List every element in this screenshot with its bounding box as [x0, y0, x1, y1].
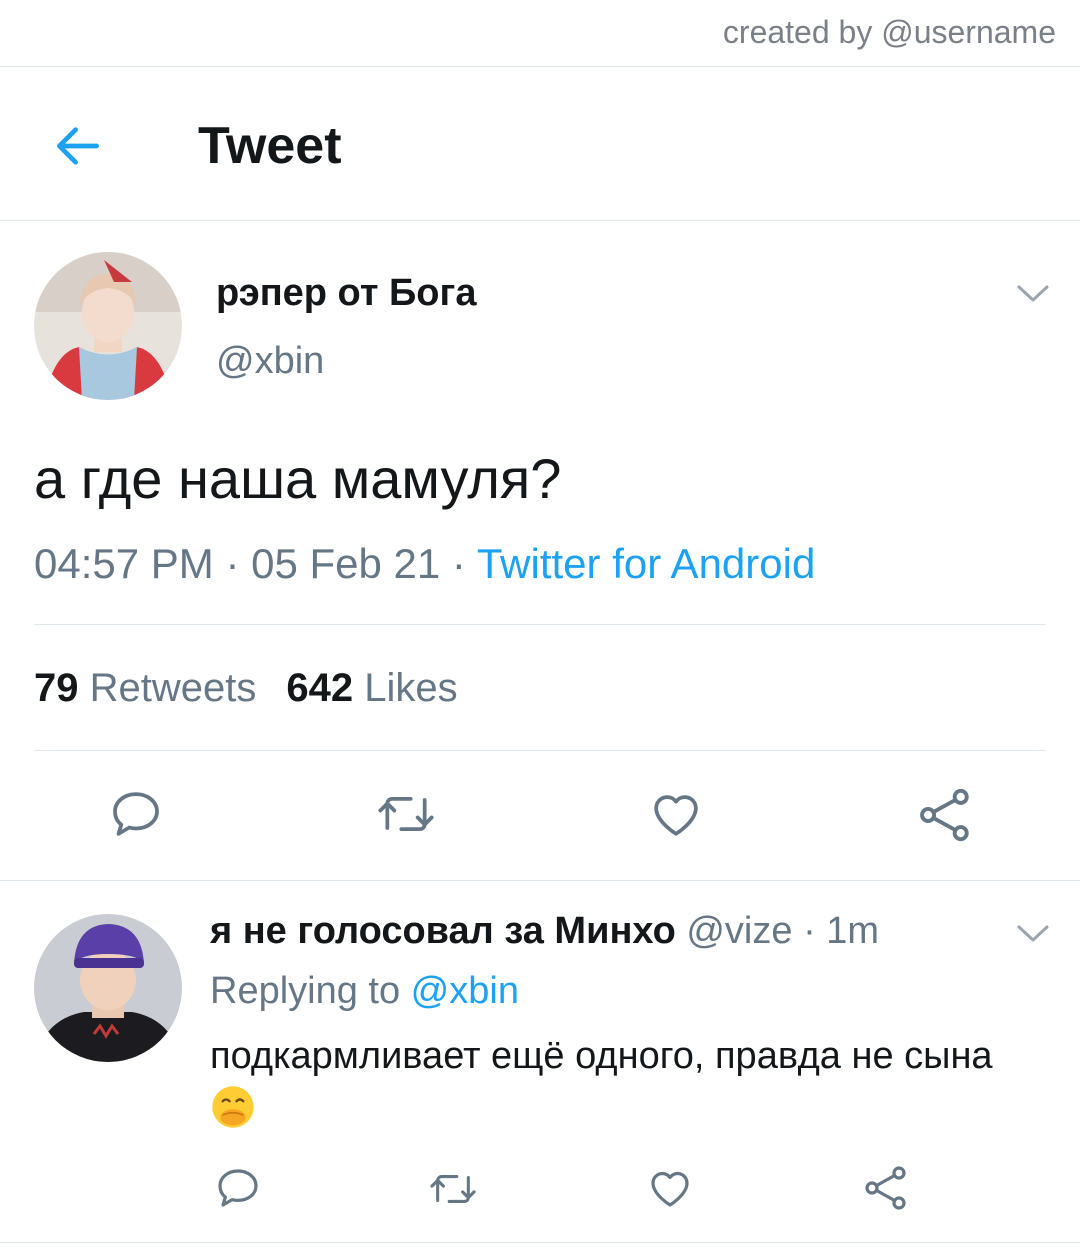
reply-icon[interactable]: [108, 786, 164, 842]
retweets-label: Retweets: [89, 666, 257, 710]
reply-age: 1m: [826, 910, 880, 952]
divider: [0, 220, 1080, 221]
meta-separator: ·: [792, 910, 827, 952]
divider: [0, 880, 1080, 881]
meta-separator: ·: [440, 540, 477, 587]
retweet-icon[interactable]: [374, 786, 438, 842]
heart-icon[interactable]: [646, 1164, 694, 1212]
divider: [34, 750, 1046, 751]
reply-icon[interactable]: [214, 1164, 262, 1212]
user-handle[interactable]: @xbin: [216, 340, 324, 383]
reply-text: подкармливает ещё одного, правда не сына: [210, 1030, 1010, 1134]
tweet-text: а где наша мамуля?: [34, 447, 562, 510]
arrow-left-icon[interactable]: [50, 118, 106, 174]
face-with-hand-over-mouth-emoji: [212, 1086, 254, 1128]
retweets-count: 79: [34, 666, 79, 710]
watermark: created by @username: [722, 14, 1056, 50]
reply-handle[interactable]: @vize: [686, 910, 792, 952]
reply-display-name[interactable]: я не голосовал за Минхо: [210, 910, 676, 952]
chevron-down-icon[interactable]: [1016, 924, 1050, 944]
replying-to: Replying to @xbin: [210, 970, 519, 1013]
retweets-stat[interactable]: 79 Retweets: [34, 666, 256, 710]
share-icon[interactable]: [862, 1164, 910, 1212]
replying-handle-link[interactable]: @xbin: [411, 970, 519, 1012]
replying-prefix: Replying to: [210, 970, 411, 1012]
chevron-down-icon[interactable]: [1016, 284, 1050, 304]
retweet-icon[interactable]: [426, 1166, 480, 1212]
heart-icon[interactable]: [648, 786, 704, 842]
divider: [34, 624, 1046, 625]
avatar[interactable]: [34, 914, 182, 1062]
divider: [0, 1242, 1080, 1243]
tweet-meta: 04:57 PM · 05 Feb 21 · Twitter for Andro…: [34, 540, 815, 588]
tweet-date: 05 Feb 21: [251, 540, 441, 587]
page-title: Tweet: [198, 117, 342, 175]
tweet-stats: 79 Retweets 642 Likes: [34, 666, 458, 711]
likes-stat[interactable]: 642 Likes: [286, 666, 457, 710]
display-name[interactable]: рэпер от Бога: [216, 272, 476, 315]
likes-count: 642: [286, 666, 354, 710]
meta-separator: ·: [213, 540, 252, 587]
share-icon[interactable]: [916, 786, 974, 844]
likes-label: Likes: [364, 666, 458, 710]
divider: [0, 66, 1080, 67]
tweet-source-link[interactable]: Twitter for Android: [477, 540, 815, 587]
tweet-time: 04:57 PM: [34, 540, 214, 587]
reply-text-body: подкармливает ещё одного, правда не сына: [210, 1035, 993, 1077]
reply-header: я не голосовал за Минхо @vize · 1m: [210, 910, 879, 953]
header: Tweet: [0, 68, 1080, 220]
avatar[interactable]: [34, 252, 182, 400]
